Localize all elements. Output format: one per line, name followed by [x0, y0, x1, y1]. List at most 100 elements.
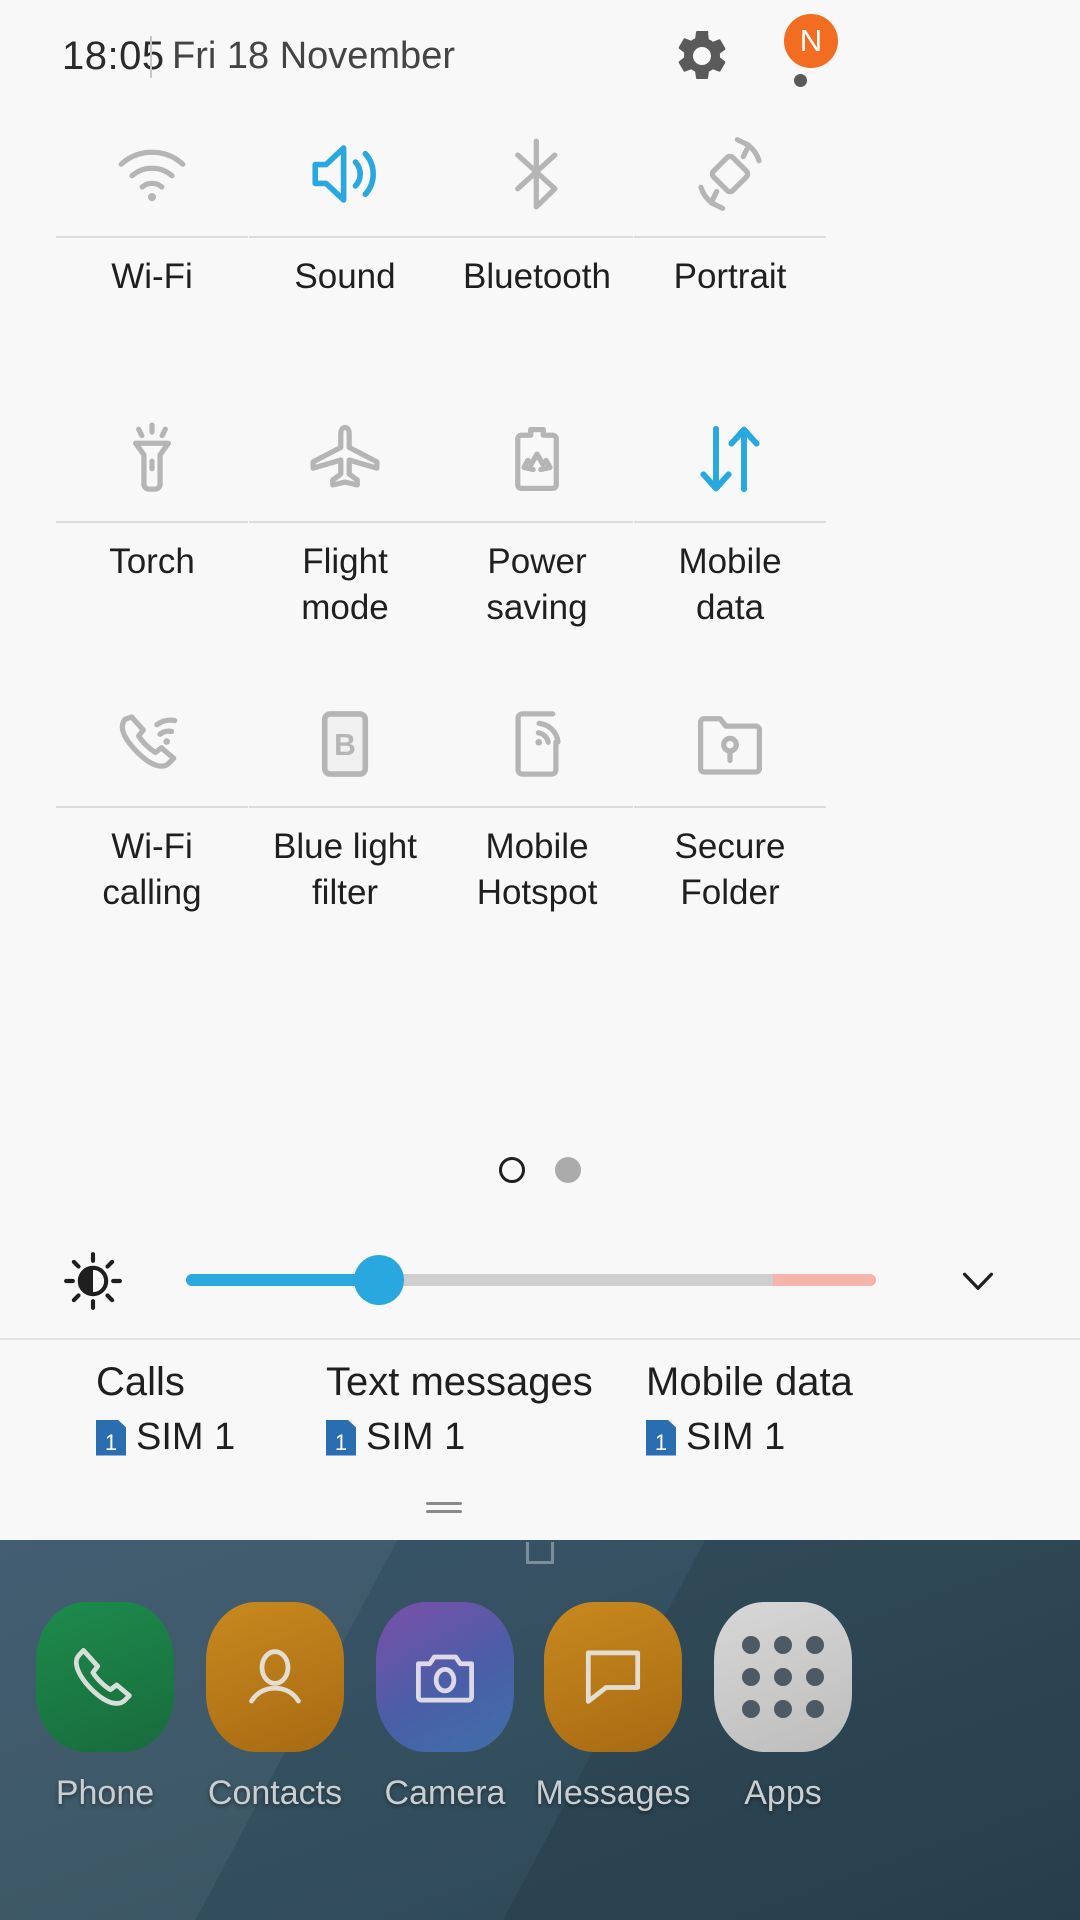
tile-underline: [56, 806, 248, 808]
tile-label: Secure Folder: [674, 827, 786, 912]
tile-underline: [249, 236, 441, 238]
chevron-down-icon: [962, 1272, 994, 1290]
contacts-app-tile: [206, 1602, 344, 1752]
dock-item-label: Phone: [55, 1774, 155, 1812]
page-dot-2[interactable]: [555, 1157, 581, 1183]
tile-underline: [441, 806, 633, 808]
quick-settings-tiles: Wi-Fi Sound Bluetooth Portrait Torch Fli…: [0, 112, 1080, 967]
tile-wifi-calling[interactable]: Wi-Fi calling: [42, 682, 262, 967]
home-screen: Phone Contacts Camera Messages Apps: [0, 1540, 1080, 1920]
dock-item-apps[interactable]: Apps: [688, 1602, 878, 1813]
page-dot-1-current[interactable]: [499, 1157, 525, 1183]
brightness-fill: [186, 1274, 380, 1286]
tile-label: Bluetooth: [463, 257, 611, 296]
settings-button[interactable]: [672, 26, 732, 86]
dock-item-label: Apps: [744, 1774, 822, 1812]
secure-folder-icon: [620, 690, 840, 798]
airplane-icon: [235, 405, 455, 513]
tile-label: Portrait: [673, 257, 787, 296]
sim-setting-title: Mobile data: [646, 1360, 853, 1404]
home-screen-indicator: [526, 1542, 554, 1564]
dock-item-label: Contacts: [207, 1774, 343, 1812]
more-dot-3: [794, 74, 807, 87]
brightness-row: [0, 1230, 1080, 1330]
sim-card-icon: 1: [96, 1419, 126, 1456]
camera-app-tile: [376, 1602, 514, 1752]
sim-setting-value: SIM 1: [366, 1416, 466, 1458]
tile-underline: [56, 236, 248, 238]
torch-icon: [42, 405, 262, 513]
tile-label: Mobile Hotspot: [476, 827, 598, 912]
dock-item-messages[interactable]: Messages: [518, 1602, 708, 1813]
phone-screen: 18:05 Fri 18 November N Wi-Fi Sound Blue…: [0, 0, 1080, 1920]
tile-wifi[interactable]: Wi-Fi: [42, 112, 262, 397]
tile-label: Sound: [294, 257, 396, 296]
notification-badge[interactable]: N: [784, 14, 838, 68]
tile-label: Mobile data: [678, 542, 782, 627]
tile-torch[interactable]: Torch: [42, 397, 262, 682]
dock-item-phone[interactable]: Phone: [10, 1602, 200, 1813]
app-dock: Phone Contacts Camera Messages Apps: [0, 1602, 1080, 1862]
tile-mobile-data[interactable]: Mobile data: [620, 397, 840, 682]
tile-sound[interactable]: Sound: [235, 112, 455, 397]
page-indicator[interactable]: [0, 1150, 1080, 1190]
sim-setting-calls[interactable]: Calls 1 SIM 1: [96, 1352, 235, 1459]
tile-underline: [441, 236, 633, 238]
sim-setting-value: SIM 1: [136, 1416, 236, 1458]
tile-underline: [249, 521, 441, 523]
sim-setting-text-messages[interactable]: Text messages 1 SIM 1: [326, 1352, 593, 1459]
phone-app-tile: [36, 1602, 174, 1752]
gear-icon: [678, 30, 726, 79]
brightness-track[interactable]: [186, 1274, 876, 1286]
header-separator: [150, 36, 152, 78]
brightness-thumb[interactable]: [354, 1255, 405, 1305]
mobile-hotspot-icon: [427, 690, 647, 798]
sim-setting-title: Calls: [96, 1360, 185, 1404]
brightness-warning-zone: [772, 1274, 876, 1286]
messages-app-tile: [544, 1602, 682, 1752]
dock-item-camera[interactable]: Camera: [350, 1602, 540, 1813]
tile-underline: [634, 236, 826, 238]
dock-item-contacts[interactable]: Contacts: [180, 1602, 370, 1813]
tile-portrait[interactable]: Portrait: [620, 112, 840, 397]
tile-underline: [249, 806, 441, 808]
sim-card-icon: 1: [646, 1419, 676, 1456]
camera-icon: [416, 1654, 474, 1703]
screen-rotation-icon: [620, 120, 840, 228]
tile-mobile-hotspot[interactable]: Mobile Hotspot: [427, 682, 647, 967]
apps-grid-icon: [742, 1636, 824, 1718]
tile-secure-folder[interactable]: Secure Folder: [620, 682, 840, 967]
tile-underline: [441, 521, 633, 523]
tile-label: Flight mode: [301, 542, 389, 627]
quick-panel-header: 18:05 Fri 18 November N: [0, 0, 1080, 112]
bluetooth-icon: [427, 120, 647, 228]
handle-line-2: [426, 1510, 462, 1513]
tile-row-1: Wi-Fi Sound Bluetooth Portrait: [0, 112, 1080, 397]
tile-label: Power saving: [486, 542, 588, 627]
svg-text:B: B: [334, 729, 356, 762]
dock-item-label: Camera: [384, 1774, 506, 1812]
sim-setting-mobile-data[interactable]: Mobile data 1 SIM 1: [646, 1352, 853, 1459]
panel-drag-handle[interactable]: [426, 1502, 462, 1516]
blue-light-filter-icon: B: [235, 690, 455, 798]
sound-icon: [235, 120, 455, 228]
tile-power-saving[interactable]: Power saving: [427, 397, 647, 682]
power-saving-icon: [427, 405, 647, 513]
tile-underline: [634, 806, 826, 808]
tile-row-3: Wi-Fi calling B Blue light filter Mobile…: [0, 682, 1080, 967]
tile-label: Wi-Fi: [111, 257, 193, 296]
tile-blue-light-filter[interactable]: B Blue light filter: [235, 682, 455, 967]
sim-setting-title: Text messages: [326, 1360, 593, 1404]
tile-flight-mode[interactable]: Flight mode: [235, 397, 455, 682]
tile-bluetooth[interactable]: Bluetooth: [427, 112, 647, 397]
contacts-icon: [249, 1649, 301, 1704]
tile-label: Blue light filter: [273, 827, 417, 912]
sim-settings-row: Calls 1 SIM 1 Text messages 1 SIM 1 Mobi…: [0, 1352, 1080, 1492]
tile-underline: [634, 521, 826, 523]
sim-setting-value: SIM 1: [686, 1416, 786, 1458]
brightness-icon: [62, 1250, 124, 1312]
messages-icon: [585, 1650, 641, 1704]
quick-settings-panel: 18:05 Fri 18 November N Wi-Fi Sound Blue…: [0, 0, 1080, 1540]
expand-brightness-button[interactable]: [950, 1258, 1006, 1304]
apps-app-tile: [714, 1602, 852, 1752]
